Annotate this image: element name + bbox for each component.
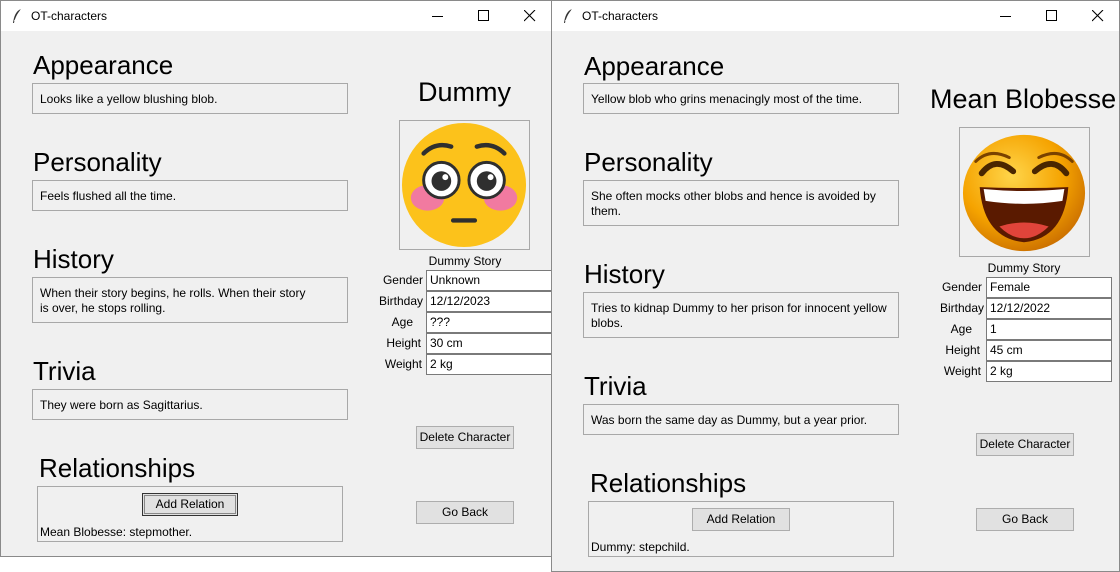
personality-text-box: She often mocks other blobs and hence is… [583, 180, 899, 226]
trivia-text-box: They were born as Sagittarius. [32, 389, 348, 420]
appearance-text-box: Yellow blob who grins menacingly most of… [583, 83, 899, 114]
history-heading: History [33, 244, 114, 274]
delete-character-button[interactable]: Delete Character [976, 433, 1074, 456]
gender-field[interactable]: Female [986, 277, 1112, 298]
close-button[interactable] [1075, 1, 1119, 31]
history-text-line-2: is over, he stops rolling. [40, 301, 166, 315]
weight-label: Weight [384, 357, 422, 371]
trivia-text: They were born as Sagittarius. [40, 398, 203, 412]
relationships-heading: Relationships [39, 453, 196, 483]
history-text-box: When their story begins, he rolls. When … [32, 277, 348, 323]
story-label: Dummy Story [987, 261, 1061, 275]
personality-text: Feels flushed all the time. [40, 189, 177, 203]
relation-item: Dummy: stepchild. [591, 540, 690, 554]
title-bar[interactable]: OT-characters [552, 1, 1119, 31]
story-label: Dummy Story [428, 254, 502, 268]
minimize-icon [1000, 16, 1011, 17]
appearance-heading: Appearance [33, 50, 174, 80]
height-field[interactable]: 30 cm [426, 333, 551, 354]
maximize-button[interactable] [1029, 1, 1075, 31]
minimize-icon [432, 16, 443, 17]
close-button[interactable] [507, 1, 551, 31]
age-label: Age [950, 322, 972, 336]
delete-character-button[interactable]: Delete Character [416, 426, 514, 449]
weight-field[interactable]: 2 kg [426, 354, 551, 375]
personality-text-line-1: She often mocks other blobs and hence is… [591, 189, 876, 203]
height-field[interactable]: 45 cm [986, 340, 1112, 361]
character-window-dummy: OT-characters Appearance Looks like a ye… [0, 0, 552, 557]
minimize-button[interactable] [983, 1, 1029, 31]
height-label: Height [945, 343, 980, 357]
trivia-text: Was born the same day as Dummy, but a ye… [591, 413, 868, 427]
character-window-mean-blobesse: OT-characters Appearance Yellow blob who… [551, 0, 1120, 572]
birthday-field[interactable]: 12/12/2023 [426, 291, 551, 312]
history-text-line-1: When their story begins, he rolls. When … [40, 286, 306, 300]
personality-heading: Personality [33, 147, 162, 177]
character-picture [399, 120, 530, 250]
add-relation-button[interactable]: Add Relation [692, 508, 790, 531]
trivia-text-box: Was born the same day as Dummy, but a ye… [583, 404, 899, 435]
appearance-text: Looks like a yellow blushing blob. [40, 92, 218, 106]
maximize-icon [1046, 10, 1057, 21]
history-text-box: Tries to kidnap Dummy to her prison for … [583, 292, 899, 338]
go-back-button[interactable]: Go Back [416, 501, 514, 524]
birthday-label: Birthday [378, 294, 423, 308]
appearance-heading: Appearance [584, 51, 725, 81]
personality-text-line-2: them. [591, 204, 622, 218]
appearance-text: Yellow blob who grins menacingly most of… [591, 92, 863, 106]
close-icon [1092, 10, 1104, 22]
gender-label: Gender [941, 280, 982, 294]
history-text-line-1: Tries to kidnap Dummy to her prison for … [591, 301, 887, 315]
weight-field[interactable]: 2 kg [986, 361, 1112, 382]
maximize-button[interactable] [461, 1, 507, 31]
close-icon [524, 10, 536, 22]
go-back-button[interactable]: Go Back [976, 508, 1074, 531]
personality-text-box: Feels flushed all the time. [32, 180, 348, 211]
age-label: Age [391, 315, 413, 329]
character-picture [959, 127, 1090, 257]
minimize-button[interactable] [415, 1, 461, 31]
laughing-face-emoji-icon [962, 134, 1086, 252]
character-name: Mean Blobesse [930, 84, 1117, 114]
relation-item: Mean Blobesse: stepmother. [40, 525, 193, 539]
appearance-text-box: Looks like a yellow blushing blob. [32, 83, 348, 114]
birthday-field[interactable]: 12/12/2022 [986, 298, 1112, 319]
window-title: OT-characters [582, 9, 659, 23]
height-label: Height [386, 336, 421, 350]
history-heading: History [584, 259, 665, 289]
add-relation-button[interactable]: Add Relation [142, 493, 238, 516]
window-title: OT-characters [31, 9, 108, 23]
flushed-face-emoji-icon [401, 122, 527, 248]
birthday-label: Birthday [939, 301, 984, 315]
history-text-line-2: blobs. [591, 316, 624, 330]
age-field[interactable]: ??? [426, 312, 551, 333]
title-bar[interactable]: OT-characters [1, 1, 551, 31]
gender-field[interactable]: Unknown [426, 270, 551, 291]
character-name: Dummy [418, 77, 511, 107]
personality-heading: Personality [584, 147, 713, 177]
trivia-heading: Trivia [584, 371, 647, 401]
trivia-heading: Trivia [33, 356, 96, 386]
feather-app-icon [564, 8, 573, 23]
gender-label: Gender [382, 273, 423, 287]
weight-label: Weight [943, 364, 981, 378]
relationships-heading: Relationships [590, 468, 747, 498]
age-field[interactable]: 1 [986, 319, 1112, 340]
feather-app-icon [13, 8, 22, 23]
maximize-icon [478, 10, 489, 21]
